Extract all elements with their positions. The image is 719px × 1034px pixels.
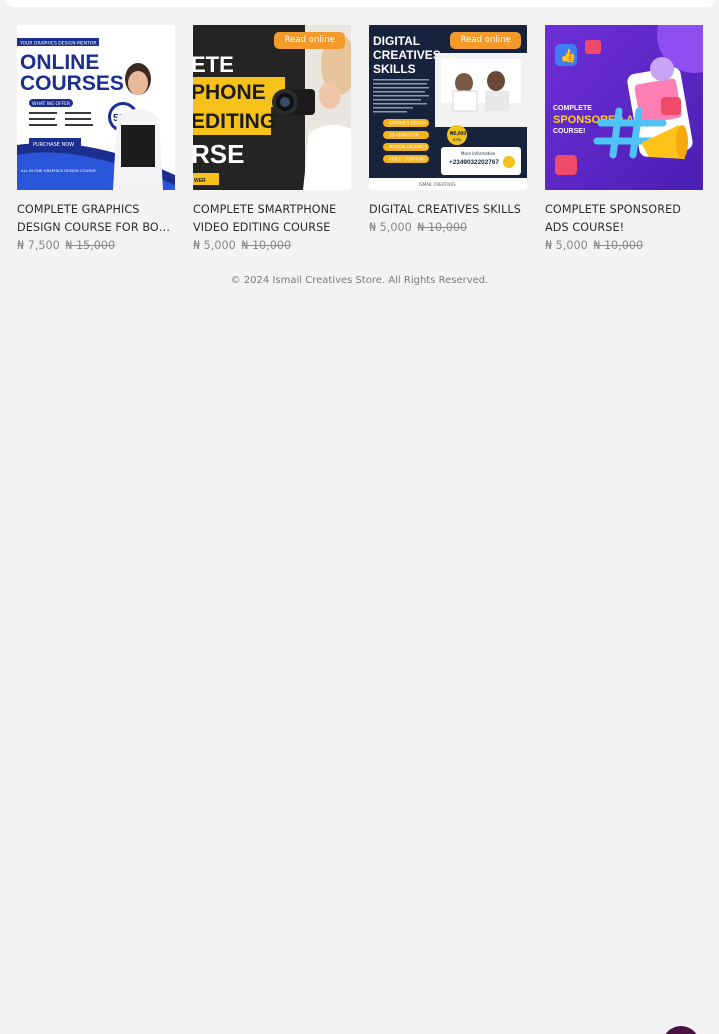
svg-text:GRAPHICS DESIGN: GRAPHICS DESIGN (389, 121, 426, 126)
sponsored-ads-poster: 👍 COMPLETE SPONSORED ADS COURSE! (545, 25, 703, 190)
svg-text:VIDEO CREATIONS: VIDEO CREATIONS (389, 157, 426, 162)
svg-text:ETE: ETE (193, 52, 234, 77)
product-card[interactable]: YOUR GRAPHICS DESIGN MENTOR ONLINE COURS… (17, 25, 175, 255)
old-price: ₦ 15,000 (65, 239, 116, 252)
svg-text:COMPLETE: COMPLETE (553, 105, 592, 112)
product-card[interactable]: 👍 COMPLETE SPONSORED ADS COURSE! COMPLET… (545, 25, 703, 255)
product-image[interactable]: YOUR GRAPHICS DESIGN MENTOR ONLINE COURS… (17, 25, 175, 190)
svg-text:WHAT WE OFFER: WHAT WE OFFER (32, 101, 70, 107)
svg-text:COURSES: COURSES (20, 72, 124, 95)
svg-text:👍: 👍 (560, 48, 576, 64)
old-price: ₦ 10,000 (417, 221, 468, 234)
product-prices: ₦ 5,000 ₦ 10,000 (369, 219, 527, 237)
product-card[interactable]: ETE PHONE EDITING RSE WER Read online CO… (193, 25, 351, 255)
svg-text:ISMAIL CREATIVES: ISMAIL CREATIVES (419, 182, 456, 187)
top-panel-edge (6, 0, 715, 7)
svg-text:CREATIVES: CREATIVES (373, 48, 441, 62)
product-prices: ₦ 5,000 ₦ 10,000 (545, 237, 703, 255)
video-editing-poster: ETE PHONE EDITING RSE WER (193, 25, 351, 190)
product-image[interactable]: 👍 COMPLETE SPONSORED ADS COURSE! (545, 25, 703, 190)
product-prices: ₦ 7,500 ₦ 15,000 (17, 237, 175, 255)
svg-text:only: only (453, 137, 462, 142)
product-image[interactable]: ETE PHONE EDITING RSE WER Read online (193, 25, 351, 190)
old-price: ₦ 10,000 (241, 239, 292, 252)
product-title[interactable]: COMPLETE SPONSORED ADS COURSE! (545, 201, 703, 237)
old-price: ₦ 10,000 (593, 239, 644, 252)
svg-text:EDITING: EDITING (193, 110, 276, 133)
svg-text:RSE: RSE (193, 139, 244, 169)
read-online-badge[interactable]: Read online (274, 32, 345, 49)
product-image[interactable]: DIGITAL CREATIVES SKILLS GRAPHICS DESIGN… (369, 25, 527, 190)
svg-text:DIGITAL: DIGITAL (373, 34, 420, 48)
svg-text:+2349032202767: +2349032202767 (449, 159, 499, 166)
product-title[interactable]: COMPLETE SMARTPHONE VIDEO EDITING COURSE (193, 201, 351, 237)
svg-text:COURSE!: COURSE! (553, 128, 585, 135)
current-price: ₦ 5,000 (369, 221, 412, 234)
product-prices: ₦ 5,000 ₦ 10,000 (193, 237, 351, 255)
product-title[interactable]: COMPLETE GRAPHICS DESIGN COURSE FOR BOTH… (17, 201, 175, 237)
svg-text:3D ANIMATION: 3D ANIMATION (389, 133, 418, 138)
svg-text:WER: WER (194, 178, 206, 184)
current-price: ₦ 7,500 (17, 239, 60, 252)
digital-creatives-poster: DIGITAL CREATIVES SKILLS GRAPHICS DESIGN… (369, 25, 527, 190)
current-price: ₦ 5,000 (193, 239, 236, 252)
svg-text:PURCHASE NOW: PURCHASE NOW (33, 142, 74, 148)
svg-text:More Information: More Information (461, 151, 496, 156)
svg-text:ONLINE: ONLINE (20, 51, 99, 74)
svg-text:MOTION GRAPHICS: MOTION GRAPHICS (389, 145, 427, 150)
copyright-footer: © 2024 Ismail Creatives Store. All Right… (230, 275, 489, 286)
product-card[interactable]: DIGITAL CREATIVES SKILLS GRAPHICS DESIGN… (369, 25, 527, 255)
product-title[interactable]: DIGITAL CREATIVES SKILLS (369, 201, 527, 219)
product-grid: YOUR GRAPHICS DESIGN MENTOR ONLINE COURS… (17, 25, 703, 255)
current-price: ₦ 5,000 (545, 239, 588, 252)
chat-bubble-icon[interactable] (662, 1026, 700, 1034)
online-courses-poster: YOUR GRAPHICS DESIGN MENTOR ONLINE COURS… (17, 25, 175, 190)
read-online-badge[interactable]: Read online (450, 32, 521, 49)
svg-text:ALL IN ONE GRAPHICS DESIGN COU: ALL IN ONE GRAPHICS DESIGN COURSE (21, 168, 97, 173)
svg-text:SKILLS: SKILLS (373, 62, 416, 76)
svg-text:PHONE: PHONE (193, 81, 266, 104)
svg-text:YOUR GRAPHICS DESIGN MENTOR: YOUR GRAPHICS DESIGN MENTOR (19, 41, 97, 47)
